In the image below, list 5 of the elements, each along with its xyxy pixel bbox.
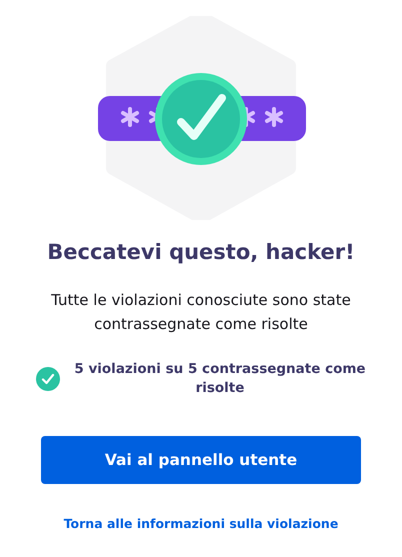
dashboard-button[interactable]: Vai al pannello utente <box>41 436 361 484</box>
message-text: Tutte le violazioni conosciute sono state contrassegnate come risolte <box>50 290 352 335</box>
heading: Beccatevi questo, hacker! <box>47 240 355 264</box>
status-text: 5 violazioni su 5 contrassegnate come risolte <box>74 360 366 398</box>
back-link[interactable]: Torna alle informazioni sulla violazione <box>64 516 338 531</box>
